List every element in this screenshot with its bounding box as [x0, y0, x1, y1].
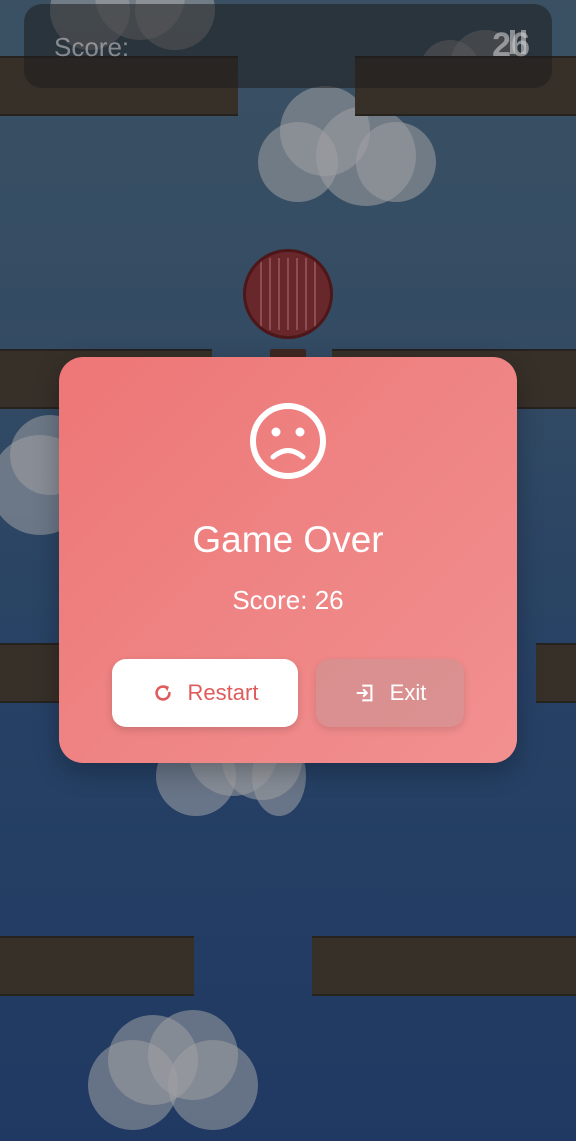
game-over-dialog: Game Over Score: 26 Restart Exit: [59, 357, 517, 763]
hud-score-label: Score:: [54, 32, 130, 62]
exit-button[interactable]: Exit: [316, 659, 464, 727]
cloud: [88, 1010, 268, 1130]
restart-button[interactable]: Restart: [112, 659, 298, 727]
sad-face-icon: [247, 400, 329, 482]
platform: [312, 936, 576, 996]
hot-air-balloon: [243, 249, 333, 339]
exit-icon: [354, 682, 376, 704]
score-hud: Score: 26: [24, 4, 552, 88]
game-over-title: Game Over: [192, 519, 384, 560]
game-stage: Score: 26 Game Over Score: 26 Resta: [0, 0, 576, 1141]
platform: [0, 936, 194, 996]
platform: [536, 643, 576, 703]
exit-label: Exit: [389, 680, 427, 705]
restart-label: Restart: [187, 680, 259, 705]
restart-icon: [152, 682, 174, 704]
final-score: Score: 26: [232, 585, 344, 615]
pause-icon[interactable]: [510, 30, 526, 54]
